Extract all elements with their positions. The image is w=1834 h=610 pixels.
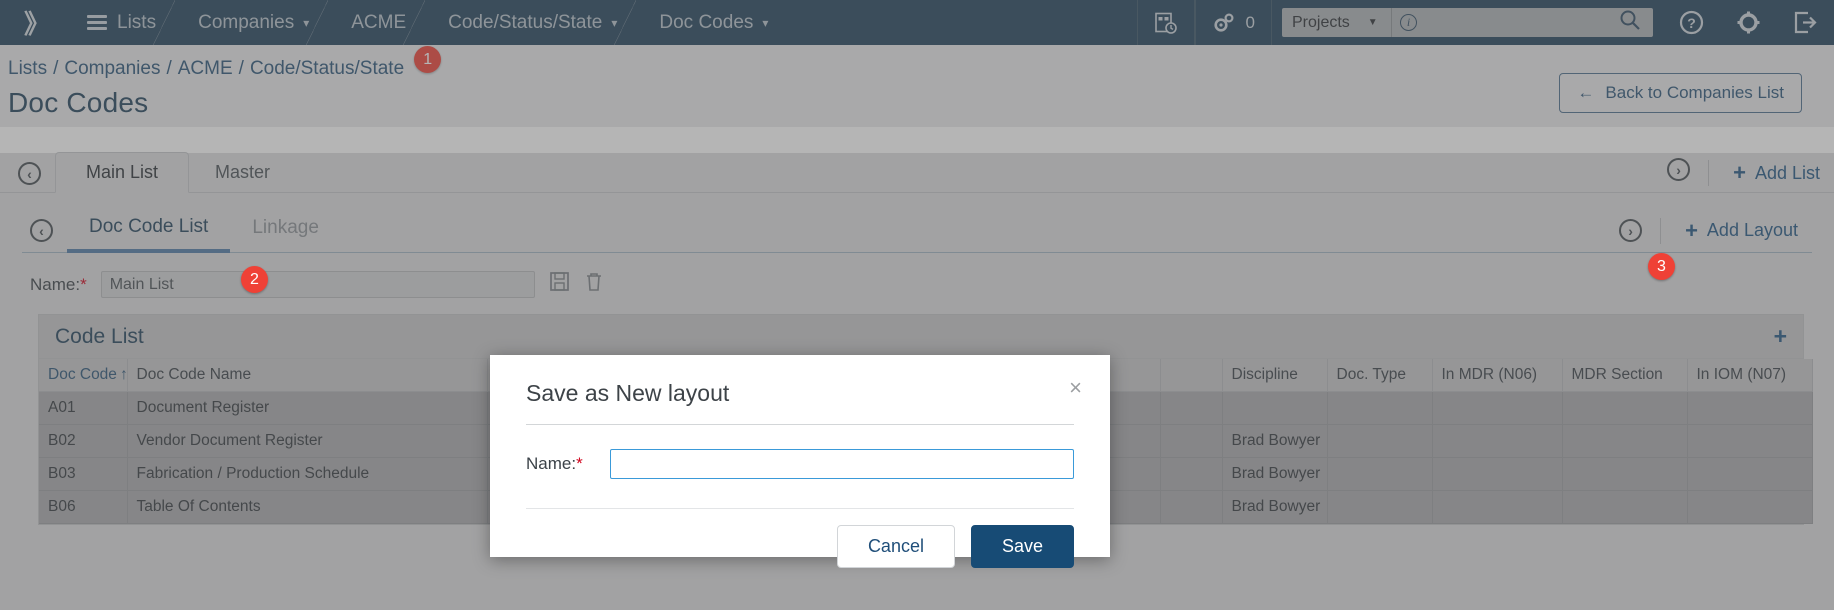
dialog-body: Name:* — [490, 425, 1110, 479]
annotation-badge-3: 3 — [1648, 253, 1675, 280]
save-as-new-layout-dialog: Save as New layout × Name:* Cancel Save — [490, 355, 1110, 568]
dialog-name-label: Name:* — [526, 454, 610, 474]
required-asterisk: * — [576, 454, 583, 473]
application-window: 》 Lists Companies ▾ ACME Code/Status/Sta… — [0, 0, 1834, 610]
annotation-badge-2: 2 — [241, 266, 268, 293]
save-button[interactable]: Save — [970, 525, 1074, 568]
close-icon[interactable]: × — [1069, 377, 1082, 399]
dialog-name-label-text: Name: — [526, 454, 577, 473]
dialog-footer: Cancel Save — [490, 509, 1110, 568]
cancel-button[interactable]: Cancel — [836, 525, 955, 568]
dialog-name-input[interactable] — [610, 449, 1074, 479]
dialog-title: Save as New layout — [526, 380, 730, 406]
